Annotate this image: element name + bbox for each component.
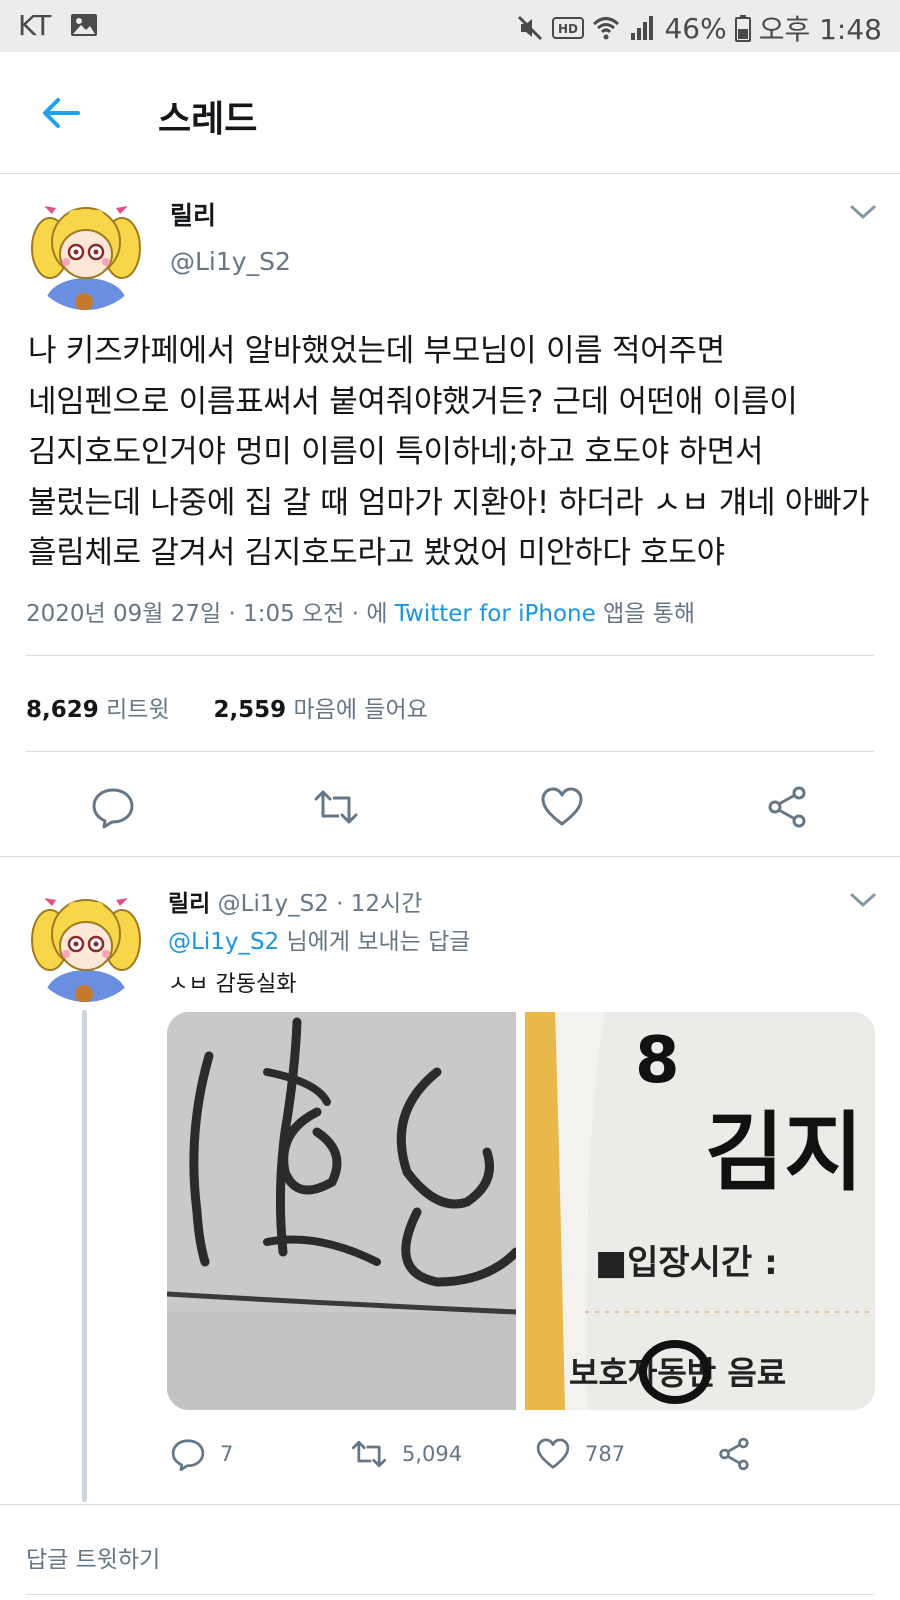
heart-icon	[536, 1438, 570, 1469]
avatar[interactable]	[26, 190, 146, 310]
battery-percent: 46%	[664, 11, 727, 45]
tweet-text-line: 불렀는데 나중에 집 갈 때 엄마가 지환아! 하더라 ㅅㅂ 걔네 아빠가	[28, 484, 870, 521]
avatar-illustration	[26, 190, 146, 310]
reply-count: 7	[220, 1442, 234, 1466]
back-arrow-icon[interactable]	[38, 90, 84, 136]
dot-separator: ·	[336, 891, 344, 917]
tweet-timestamp: 2020년 09월 27일 · 1:05 오전 · 에	[26, 601, 395, 627]
divider	[26, 1594, 874, 1595]
reply-author-name[interactable]: 릴리	[168, 891, 210, 917]
carrier-label: KT	[18, 9, 52, 42]
wifi-icon	[593, 17, 620, 40]
like-count: 787	[585, 1442, 626, 1466]
author-handle[interactable]: @Li1y_S2	[170, 247, 291, 276]
divider	[26, 751, 874, 752]
divider	[26, 655, 874, 656]
mute-icon	[518, 15, 543, 41]
tag-number: 8	[635, 1024, 680, 1098]
thread-line	[82, 1010, 87, 1502]
avatar-illustration	[26, 882, 146, 1002]
status-bar: KT HD 46% 오후 1:48	[0, 0, 900, 52]
section-divider	[0, 856, 900, 857]
hd-icon: HD	[552, 17, 585, 39]
like-count: 2,559	[213, 697, 287, 723]
reply-icon[interactable]	[90, 784, 136, 830]
retweet-count: 5,094	[402, 1442, 463, 1466]
battery-icon	[734, 15, 751, 42]
retweet-action[interactable]: 5,094	[350, 1436, 462, 1472]
chevron-down-icon[interactable]	[848, 890, 878, 910]
share-action[interactable]	[716, 1436, 752, 1472]
tweet-meta: 2020년 09월 27일 · 1:05 오전 · 에 Twitter for …	[26, 594, 695, 628]
tweet-text-line: 김지호도인거야 멍미 이름이 특이하네;하고 호도야 하면서	[28, 434, 764, 470]
tweet-text-line: 나 키즈카페에서 알바했었는데 부모님이 이름 적어주면	[28, 333, 725, 369]
heart-icon[interactable]	[539, 784, 585, 830]
tweet-text-line: 네임펜으로 이름표써서 붙여줘야했거든? 근데 어떤애 이름이	[28, 383, 798, 420]
reply-to-suffix: 님에게 보내는 답글	[279, 929, 471, 955]
reply-action[interactable]: 7	[170, 1436, 233, 1472]
reply-icon	[171, 1439, 205, 1472]
like-stat[interactable]: 2,559 마음에 들어요	[213, 697, 427, 723]
retweet-icon	[351, 1440, 387, 1468]
clock: 오후 1:48	[758, 13, 882, 46]
name-tag-photo: 8 김지 ■입장시간 : 보호자동반 음료	[525, 1012, 875, 1410]
tweet-photo[interactable]	[167, 1012, 516, 1410]
source-suffix: 앱을 통해	[595, 601, 696, 627]
tag-guardian-text: 보호자동반 음료	[569, 1354, 786, 1392]
source-link[interactable]: Twitter for iPhone	[395, 601, 596, 627]
share-icon	[719, 1437, 749, 1471]
reply-header: 릴리 @Li1y_S2 · 12시간	[168, 884, 422, 918]
reply-text: ㅅㅂ 감동실화	[168, 972, 297, 997]
svg-text:HD: HD	[558, 22, 578, 36]
reply-compose-prompt[interactable]: 답글 트윗하기	[26, 1540, 160, 1574]
reply-author-handle[interactable]: @Li1y_S2	[218, 891, 329, 917]
divider	[0, 1504, 900, 1505]
gallery-icon	[71, 14, 97, 36]
author-name[interactable]: 릴리	[170, 196, 216, 232]
tag-name: 김지	[705, 1103, 863, 1203]
signal-icon	[631, 16, 654, 40]
retweet-stat[interactable]: 8,629 리트윗	[26, 697, 170, 723]
like-label: 마음에 들어요	[293, 697, 428, 723]
chevron-down-icon[interactable]	[848, 202, 878, 222]
tweet-text: 나 키즈카페에서 알바했었는데 부모님이 이름 적어주면 네임펜으로 이름표써서…	[28, 326, 878, 579]
reply-time: 12시간	[350, 891, 423, 917]
reply-to-handle[interactable]: @Li1y_S2	[168, 929, 279, 955]
tweet-photo[interactable]: 8 김지 ■입장시간 : 보호자동반 음료	[525, 1012, 875, 1410]
status-icons: HD 46% 오후 1:48	[516, 8, 882, 48]
reply-avatar[interactable]	[26, 882, 146, 1002]
share-icon[interactable]	[764, 784, 810, 830]
tag-entry-time: ■입장시간 :	[595, 1243, 778, 1283]
retweet-count: 8,629	[26, 697, 99, 723]
replying-to: @Li1y_S2 님에게 보내는 답글	[168, 922, 470, 956]
app-header: 스레드	[0, 52, 900, 174]
retweet-icon[interactable]	[313, 784, 359, 830]
tweet-text-line: 흘림체로 갈겨서 김지호도라고 봤었어 미안하다 호도야	[28, 535, 725, 571]
tweet-stats: 8,629 리트윗 2,559 마음에 들어요	[26, 690, 428, 724]
retweet-label: 리트윗	[106, 697, 170, 723]
like-action[interactable]: 787	[535, 1436, 625, 1472]
page-title: 스레드	[158, 99, 258, 140]
handwriting-photo	[167, 1012, 516, 1410]
